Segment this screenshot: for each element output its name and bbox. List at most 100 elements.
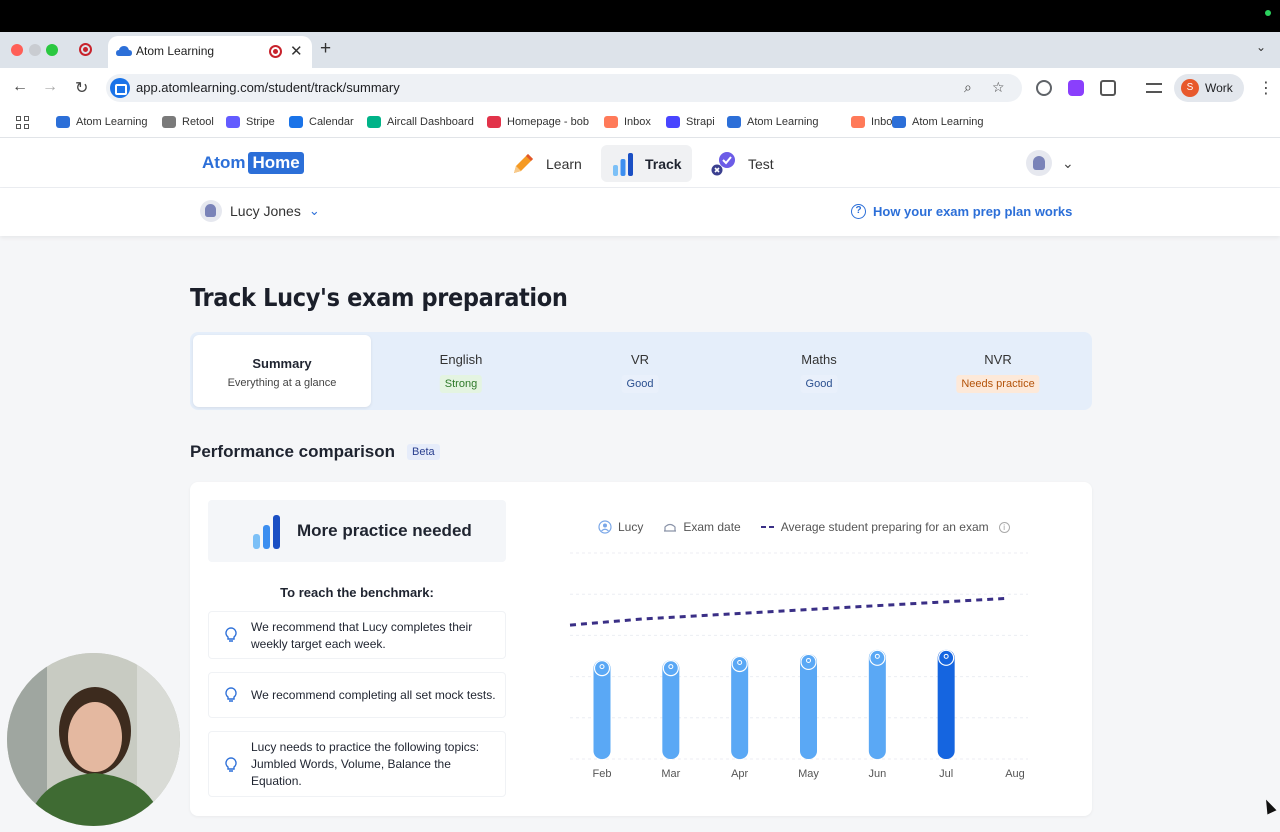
apps-grid-icon[interactable] bbox=[16, 116, 30, 130]
nav-track[interactable]: Track bbox=[601, 145, 692, 182]
atom-home-logo[interactable]: Atom Home bbox=[202, 152, 304, 174]
status-badge: Strong bbox=[439, 375, 483, 393]
bookmark-favicon-icon bbox=[367, 116, 381, 128]
bookmark-favicon-icon bbox=[56, 116, 70, 128]
tab-recording-icon bbox=[269, 45, 282, 58]
bookmark-label: Inbox bbox=[624, 116, 651, 128]
chart-legend: Lucy Exam date Average student preparing… bbox=[598, 520, 1024, 534]
bookmark-item[interactable]: Retool bbox=[162, 116, 214, 128]
bookmark-item[interactable]: Homepage - bob bbox=[487, 116, 589, 128]
status-text: More practice needed bbox=[297, 521, 472, 540]
tab-search-chevron-icon[interactable]: ⌄ bbox=[1256, 40, 1266, 54]
exam-prep-help-link[interactable]: ? How your exam prep plan works bbox=[851, 204, 1072, 219]
atom-cloud-icon bbox=[116, 46, 132, 56]
beta-badge: Beta bbox=[407, 444, 440, 460]
tab-english[interactable]: English Strong bbox=[371, 332, 551, 410]
extension-icon-2[interactable] bbox=[1068, 80, 1084, 96]
x-tick-label: May bbox=[798, 768, 819, 780]
extension-icon-1[interactable] bbox=[1036, 80, 1052, 96]
performance-chart: Feb Mar Apr May Jun Jul Aug bbox=[569, 552, 1028, 780]
media-control-icon[interactable] bbox=[1146, 83, 1162, 93]
status-summary: More practice needed bbox=[208, 500, 506, 562]
bookmark-label: Strapi bbox=[686, 116, 715, 128]
url-text[interactable]: app.atomlearning.com/student/track/summa… bbox=[136, 80, 400, 95]
tab-maths[interactable]: Maths Good bbox=[729, 332, 909, 410]
student-avatar bbox=[200, 200, 222, 222]
benchmark-heading: To reach the benchmark: bbox=[280, 585, 434, 600]
dashed-line-icon bbox=[760, 526, 774, 528]
student-subheader bbox=[0, 188, 1280, 236]
status-badge: Needs practice bbox=[956, 375, 1040, 393]
tab-title: Atom Learning bbox=[136, 44, 215, 58]
nav-test-label: Test bbox=[748, 155, 774, 172]
tab-summary[interactable]: Summary Everything at a glance bbox=[193, 335, 371, 407]
legend-item-exam-date: Exam date bbox=[663, 520, 741, 534]
bookmark-item[interactable]: Strapi bbox=[666, 116, 715, 128]
pencil-icon bbox=[514, 153, 533, 173]
address-bar[interactable]: app.atomlearning.com/student/track/summa… bbox=[106, 74, 1022, 102]
x-tick-label: Apr bbox=[731, 768, 748, 780]
account-menu[interactable]: ⌄ bbox=[1026, 150, 1074, 176]
bookmark-label: Stripe bbox=[246, 116, 275, 128]
browser-tab-active[interactable]: Atom Learning ✕ bbox=[108, 36, 312, 68]
recommendation-item: Lucy needs to practice the following top… bbox=[208, 731, 506, 797]
bookmark-item[interactable]: Atom Learning bbox=[727, 116, 819, 128]
student-selector[interactable]: Lucy Jones ⌄ bbox=[200, 200, 320, 222]
window-minimize-button[interactable] bbox=[29, 44, 41, 56]
browser-profile-button[interactable]: S Work bbox=[1174, 74, 1244, 102]
site-info-icon[interactable] bbox=[110, 78, 130, 98]
recommendation-item: We recommend that Lucy completes their w… bbox=[208, 611, 506, 659]
chart-bar bbox=[868, 649, 886, 759]
back-arrow-icon[interactable]: ← bbox=[12, 78, 28, 96]
zoom-icon[interactable]: ⌕ bbox=[964, 79, 972, 96]
nav-learn[interactable]: Learn bbox=[500, 145, 592, 182]
legend-label: Lucy bbox=[618, 520, 644, 534]
bookmark-label: Retool bbox=[182, 116, 214, 128]
bookmark-item[interactable]: Atom Learning bbox=[892, 116, 984, 128]
recommendation-text: Lucy needs to practice the following top… bbox=[251, 740, 480, 788]
profile-label: Work bbox=[1205, 81, 1233, 95]
browser-menu-icon[interactable]: ⋮ bbox=[1258, 78, 1274, 98]
status-badge: Good bbox=[800, 375, 838, 393]
new-tab-button[interactable]: + bbox=[320, 38, 331, 60]
average-line bbox=[569, 596, 1008, 627]
extensions-puzzle-icon[interactable] bbox=[1100, 80, 1116, 96]
section-title: Performance comparison bbox=[190, 442, 396, 461]
screen-record-icon[interactable] bbox=[79, 43, 92, 56]
bookmark-favicon-icon bbox=[487, 116, 501, 128]
bookmark-item[interactable]: Aircall Dashboard bbox=[367, 116, 474, 128]
recommendation-text: We recommend completing all set mock tes… bbox=[251, 688, 496, 702]
tab-close-icon[interactable]: ✕ bbox=[290, 42, 303, 60]
tab-vr[interactable]: VR Good bbox=[550, 332, 730, 410]
forward-arrow-icon[interactable]: → bbox=[42, 78, 58, 96]
bookmark-item[interactable]: Inbox bbox=[851, 116, 898, 128]
legend-label: Average student preparing for an exam bbox=[780, 520, 989, 534]
nav-track-label: Track bbox=[645, 155, 682, 172]
bookmark-item[interactable]: Inbox bbox=[604, 116, 651, 128]
bookmark-favicon-icon bbox=[727, 116, 741, 128]
bookmark-favicon-icon bbox=[162, 116, 176, 128]
bar-user-marker-icon bbox=[662, 660, 679, 677]
recommendation-item: We recommend completing all set mock tes… bbox=[208, 672, 506, 718]
tab-nvr[interactable]: NVR Needs practice bbox=[908, 332, 1088, 410]
bookmark-item[interactable]: Atom Learning bbox=[56, 116, 148, 128]
bar-user-marker-icon bbox=[593, 660, 611, 677]
chevron-down-icon: ⌄ bbox=[308, 203, 320, 218]
bookmark-item[interactable]: Calendar bbox=[289, 116, 354, 128]
window-zoom-button[interactable] bbox=[46, 44, 58, 56]
window-close-button[interactable] bbox=[11, 44, 23, 56]
bookmark-favicon-icon bbox=[892, 116, 906, 128]
bookmark-favicon-icon bbox=[226, 116, 240, 128]
bookmark-item[interactable]: Stripe bbox=[226, 116, 275, 128]
info-icon[interactable]: i bbox=[998, 521, 1010, 533]
tab-summary-desc: Everything at a glance bbox=[227, 377, 337, 389]
nav-test[interactable]: Test bbox=[700, 145, 784, 182]
exam-date-icon bbox=[664, 523, 677, 532]
bookmark-star-icon[interactable]: ☆ bbox=[992, 79, 1005, 96]
tab-summary-label: Summary bbox=[252, 356, 312, 371]
subject-tabs: Summary Everything at a glance English S… bbox=[190, 332, 1092, 410]
legend-item-lucy: Lucy bbox=[598, 520, 643, 534]
recording-indicator bbox=[1265, 10, 1271, 16]
reload-icon[interactable]: ↻ bbox=[75, 78, 88, 98]
bar-chart-icon bbox=[253, 515, 281, 549]
